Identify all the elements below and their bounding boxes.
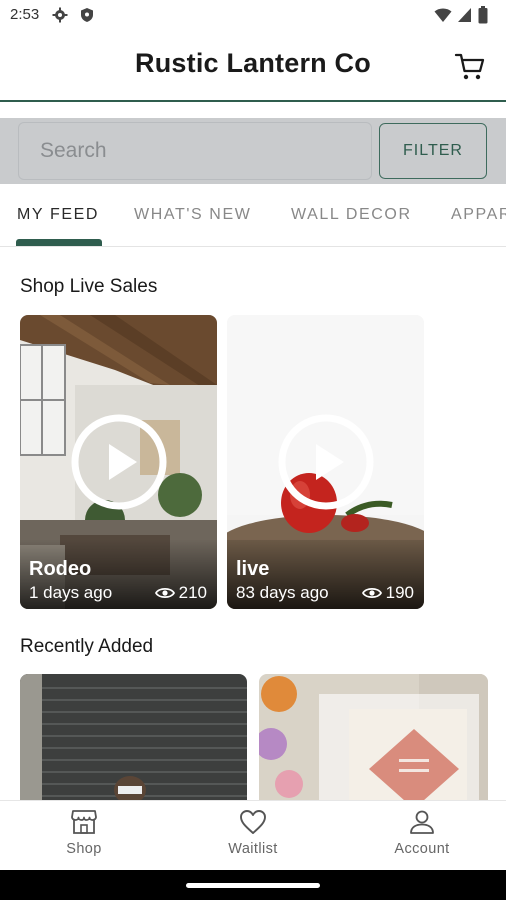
search-bar: FILTER <box>0 118 506 184</box>
status-time: 2:53 <box>10 6 40 23</box>
shield-icon <box>81 8 93 22</box>
filter-button[interactable]: FILTER <box>379 123 487 179</box>
active-tab-indicator <box>16 239 102 246</box>
card-date: 1 days ago <box>29 583 113 602</box>
play-icon[interactable] <box>278 414 374 510</box>
gear-icon <box>52 7 68 23</box>
product-card[interactable] <box>20 674 247 809</box>
card-date: 83 days ago <box>236 583 329 602</box>
live-sale-card[interactable]: live 83 days ago 190 <box>227 315 424 609</box>
battery-icon <box>478 6 488 24</box>
nav-label: Account <box>394 841 450 857</box>
nav-waitlist[interactable]: Waitlist <box>193 809 313 857</box>
tab-my-feed[interactable]: MY FEED <box>17 206 99 224</box>
card-title: Rodeo <box>29 558 92 580</box>
eye-icon <box>154 587 175 599</box>
category-tabs: MY FEED WHAT'S NEW WALL DECOR APPAREL <box>0 190 506 247</box>
live-sale-card[interactable]: Rodeo 1 days ago 210 <box>20 315 217 609</box>
nav-shop[interactable]: Shop <box>24 809 144 857</box>
recently-added-heading: Recently Added <box>20 636 154 657</box>
product-thumbnail <box>259 674 488 809</box>
heart-icon <box>240 810 266 834</box>
storefront-icon <box>71 810 97 834</box>
product-card[interactable] <box>259 674 488 809</box>
system-gesture-bar <box>0 870 506 900</box>
wifi-icon <box>434 8 452 22</box>
bottom-navigation: Shop Waitlist Account <box>0 800 506 871</box>
eye-icon <box>361 587 382 599</box>
nav-label: Waitlist <box>228 841 278 857</box>
card-views: 210 <box>154 583 207 603</box>
search-input[interactable] <box>20 124 368 178</box>
tab-wall-decor[interactable]: WALL DECOR <box>291 206 412 224</box>
play-icon[interactable] <box>71 414 167 510</box>
app-header: Rustic Lantern Co <box>0 32 506 102</box>
nav-label: Shop <box>66 841 102 857</box>
card-title: live <box>236 558 270 580</box>
cart-icon[interactable] <box>454 50 486 82</box>
person-icon <box>410 810 434 834</box>
view-count: 190 <box>385 583 414 602</box>
tab-whats-new[interactable]: WHAT'S NEW <box>134 206 251 224</box>
view-count: 210 <box>178 583 207 602</box>
tab-apparel[interactable]: APPAREL <box>451 206 506 224</box>
nav-account[interactable]: Account <box>362 809 482 857</box>
product-thumbnail <box>20 674 247 809</box>
status-bar: 2:53 <box>0 0 506 32</box>
home-indicator[interactable] <box>186 883 320 888</box>
signal-icon <box>458 8 471 22</box>
live-sales-heading: Shop Live Sales <box>20 276 158 297</box>
card-views: 190 <box>361 583 414 603</box>
app-title: Rustic Lantern Co <box>135 48 371 78</box>
